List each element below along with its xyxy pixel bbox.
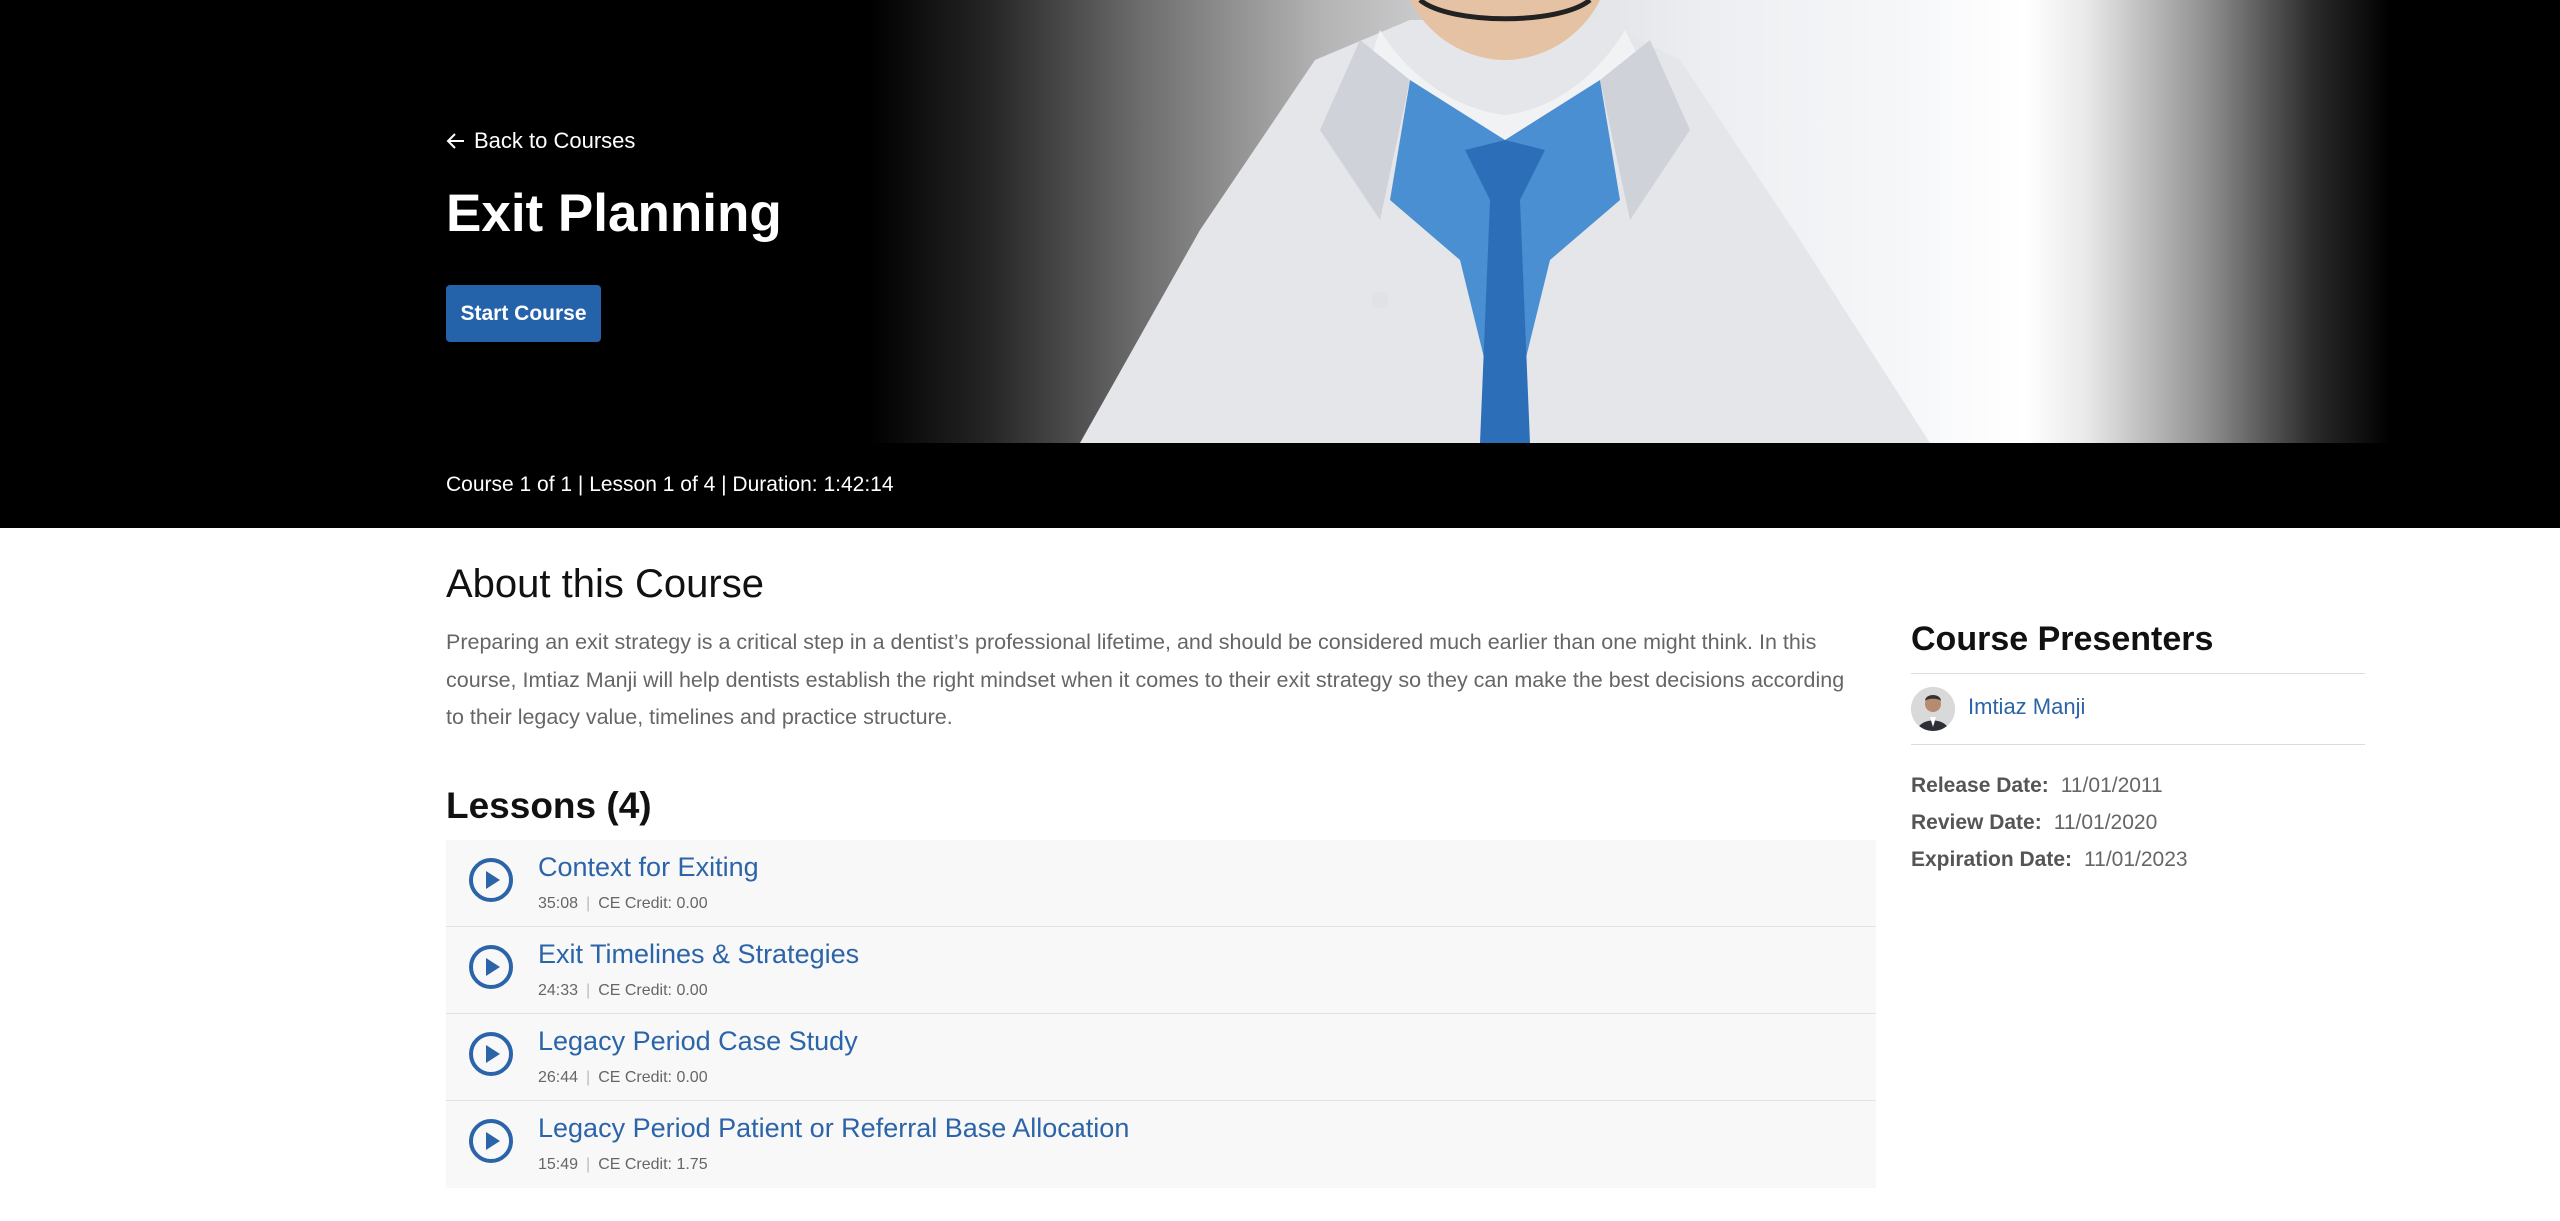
separator: | [586,1156,591,1173]
expiration-date-row: Expiration Date: 11/01/2023 [1911,844,2188,881]
lesson-credit: CE Credit: 0.00 [598,895,708,912]
play-circle-icon[interactable] [468,944,514,990]
arrow-left-icon [446,133,464,149]
review-date-label: Review Date: [1911,811,2042,834]
lesson-credit: CE Credit: 1.75 [598,1156,708,1173]
separator: | [586,895,591,912]
lesson-duration: 26:44 [538,1069,579,1086]
about-heading: About this Course [446,562,764,606]
start-course-button[interactable]: Start Course [446,285,601,342]
course-title: Exit Planning [446,184,782,243]
course-hero: Back to Courses Exit Planning Start Cour… [0,0,2560,443]
lesson-duration: 24:33 [538,982,579,999]
avatar[interactable] [1911,687,1955,731]
presenters-heading: Course Presenters [1911,620,2214,658]
review-date-row: Review Date: 11/01/2020 [1911,807,2188,844]
lesson-meta: 15:49 | CE Credit: 1.75 [538,1156,708,1174]
play-circle-icon[interactable] [468,857,514,903]
course-meta-text: Course 1 of 1 | Lesson 1 of 4 | Duration… [446,473,894,496]
lessons-list: Context for Exiting 35:08 | CE Credit: 0.0… [446,840,1876,1188]
lesson-meta: 35:08 | CE Credit: 0.00 [538,895,708,913]
back-to-courses-link[interactable]: Back to Courses [446,128,635,154]
expiration-date-label: Expiration Date: [1911,848,2073,871]
play-circle-icon[interactable] [468,1118,514,1164]
back-to-courses-label: Back to Courses [474,128,636,153]
separator: | [586,982,591,999]
lesson-title[interactable]: Legacy Period Case Study [538,1026,858,1057]
lesson-title[interactable]: Exit Timelines & Strategies [538,939,859,970]
presenter-name-link[interactable]: Imtiaz Manji [1968,694,2085,720]
review-date-value: 11/01/2020 [2053,811,2158,834]
release-date-row: Release Date: 11/01/2011 [1911,770,2188,807]
lesson-item[interactable]: Legacy Period Patient or Referral Base A… [446,1101,1876,1188]
about-description: Preparing an exit strategy is a critical… [446,630,1845,729]
lesson-duration: 15:49 [538,1156,579,1173]
lesson-duration: 35:08 [538,895,579,912]
lesson-item[interactable]: Exit Timelines & Strategies 24:33 | CE Cre… [446,927,1876,1014]
lesson-meta: 26:44 | CE Credit: 0.00 [538,1069,708,1087]
release-date-label: Release Date: [1911,774,2049,797]
lesson-item[interactable]: Context for Exiting 35:08 | CE Credit: 0.0… [446,840,1876,927]
avatar-image [1911,687,1955,731]
expiration-date-value: 11/01/2023 [2084,848,2188,871]
lessons-heading: Lessons (4) [446,785,652,826]
lesson-title[interactable]: Legacy Period Patient or Referral Base A… [538,1113,1129,1144]
course-meta-bar: Course 1 of 1 | Lesson 1 of 4 | Duration… [0,443,2560,528]
hero-doctor-image [1080,0,1930,443]
play-circle-icon[interactable] [468,1031,514,1077]
lesson-title[interactable]: Context for Exiting [538,852,759,883]
lesson-meta: 24:33 | CE Credit: 0.00 [538,982,708,1000]
lesson-credit: CE Credit: 0.00 [598,1069,708,1086]
lesson-item[interactable]: Legacy Period Case Study 26:44 | CE Credit… [446,1014,1876,1101]
separator: | [586,1069,591,1086]
presenter-row: Imtiaz Manji [1911,673,2365,745]
release-date-value: 11/01/2011 [2060,774,2163,797]
lesson-credit: CE Credit: 0.00 [598,982,708,999]
course-dates: Release Date: 11/01/2011 Review Date: 11/0… [1911,770,2188,881]
